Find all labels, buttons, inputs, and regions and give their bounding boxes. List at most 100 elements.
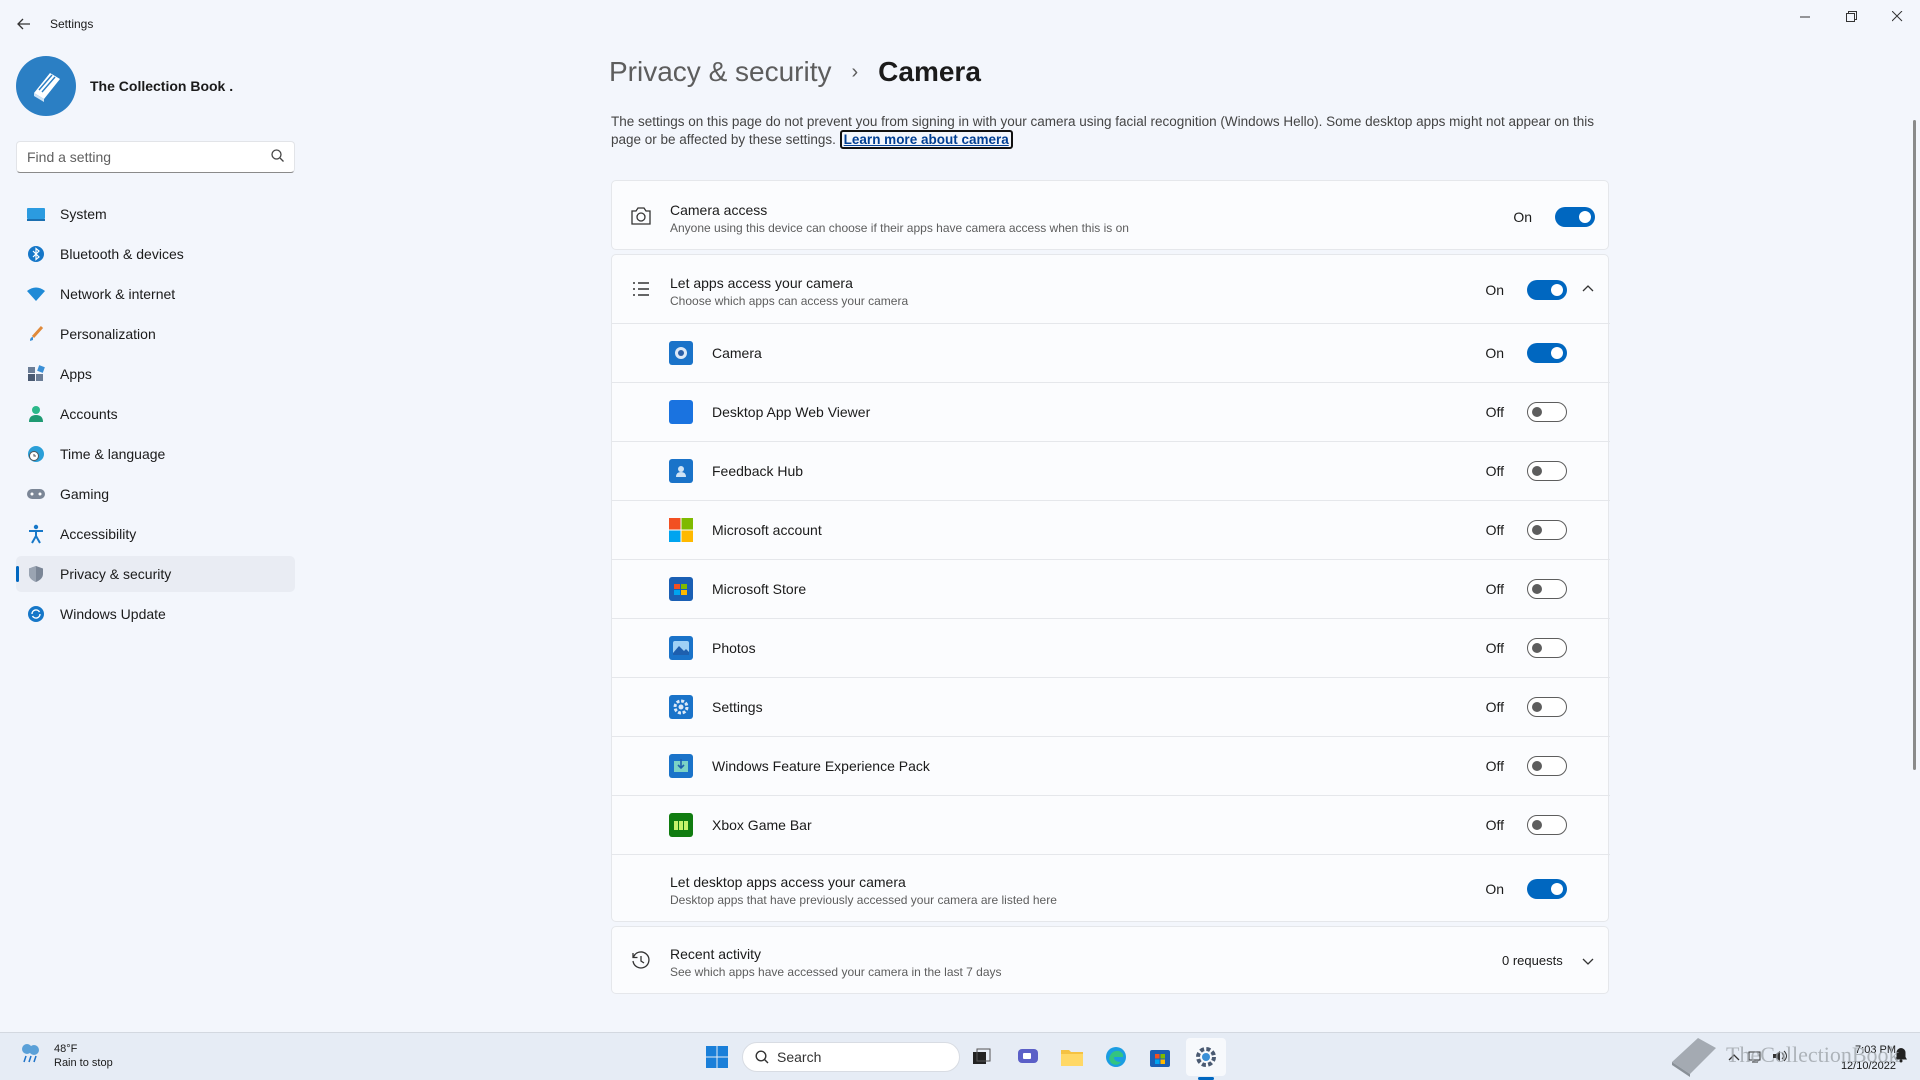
edge-icon[interactable] [1101, 1042, 1131, 1072]
recent-activity-title: Recent activity [670, 946, 762, 962]
file-explorer-icon[interactable] [1057, 1042, 1087, 1072]
search-icon[interactable] [271, 149, 284, 165]
avatar [16, 56, 76, 116]
taskbar-search[interactable]: Search [742, 1042, 960, 1072]
settings-gear-icon[interactable] [1191, 1042, 1221, 1072]
task-view-icon[interactable] [967, 1042, 997, 1072]
accessibility-icon [26, 524, 46, 544]
app-state: Off [1485, 463, 1504, 479]
monitor-icon [26, 204, 46, 224]
back-arrow-icon[interactable] [12, 12, 36, 36]
web-viewer-icon [669, 400, 693, 424]
feature-pack-icon [669, 754, 693, 778]
store-icon[interactable] [1145, 1042, 1175, 1072]
app-name: Xbox Game Bar [712, 817, 812, 833]
apps-access-header[interactable]: Let apps access your camera Choose which… [612, 255, 1610, 323]
sidebar-item-label: Bluetooth & devices [60, 246, 184, 262]
shield-icon [26, 564, 46, 584]
globe-clock-icon [26, 444, 46, 464]
camera-access-state: On [1513, 209, 1532, 225]
photos-toggle[interactable] [1527, 638, 1567, 658]
close-button[interactable] [1874, 0, 1920, 32]
app-row-web-viewer: Desktop App Web Viewer Off [612, 382, 1610, 441]
camera-access-toggle[interactable] [1555, 207, 1595, 227]
microsoft-store-toggle[interactable] [1527, 579, 1567, 599]
app-name: Windows Feature Experience Pack [712, 758, 930, 774]
app-name: Microsoft account [712, 522, 822, 538]
feedback-hub-toggle[interactable] [1527, 461, 1567, 481]
sidebar-item-label: Accounts [60, 406, 118, 422]
sidebar-item-windows-update[interactable]: Windows Update [16, 596, 295, 632]
sidebar-item-system[interactable]: System [16, 196, 295, 232]
sidebar-item-label: Apps [60, 366, 92, 382]
user-profile[interactable]: The Collection Book . [16, 56, 233, 116]
app-state: Off [1485, 404, 1504, 420]
minimize-button[interactable] [1782, 0, 1828, 32]
sidebar-item-accessibility[interactable]: Accessibility [16, 516, 295, 552]
feedback-hub-icon [669, 459, 693, 483]
apps-access-state: On [1485, 282, 1504, 298]
sidebar-item-accounts[interactable]: Accounts [16, 396, 295, 432]
list-icon [629, 277, 653, 301]
scrollbar[interactable] [1913, 120, 1916, 770]
web-viewer-toggle[interactable] [1527, 402, 1567, 422]
sidebar-item-time-language[interactable]: Time & language [16, 436, 295, 472]
app-row-camera: Camera On [612, 323, 1610, 382]
sidebar-item-gaming[interactable]: Gaming [16, 476, 295, 512]
app-state: Off [1485, 758, 1504, 774]
breadcrumb-separator: › [851, 60, 859, 83]
desktop-apps-toggle[interactable] [1527, 879, 1567, 899]
weather-desc: Rain to stop [54, 1056, 113, 1069]
feature-pack-toggle[interactable] [1527, 756, 1567, 776]
app-state: Off [1485, 699, 1504, 715]
camera-app-toggle[interactable] [1527, 343, 1567, 363]
chevron-up-icon[interactable] [1582, 279, 1594, 295]
apps-access-toggle[interactable] [1527, 280, 1567, 300]
sidebar-item-label: System [60, 206, 107, 222]
restore-button[interactable] [1828, 0, 1874, 32]
app-row-microsoft-account: Microsoft account Off [612, 500, 1610, 559]
find-setting-box[interactable] [16, 141, 295, 173]
search-icon [755, 1050, 769, 1064]
sidebar-item-network[interactable]: Network & internet [16, 276, 295, 312]
sidebar-item-label: Time & language [60, 446, 166, 462]
recent-activity-card[interactable]: Recent activity See which apps have acce… [611, 926, 1609, 994]
app-name: Photos [712, 640, 756, 656]
sidebar-item-bluetooth[interactable]: Bluetooth & devices [16, 236, 295, 272]
desktop-apps-row: Let desktop apps access your camera Desk… [612, 854, 1610, 922]
learn-more-link[interactable]: Learn more about camera [839, 130, 1013, 149]
app-row-photos: Photos Off [612, 618, 1610, 677]
sidebar-item-label: Gaming [60, 486, 110, 502]
camera-access-card: Camera access Anyone using this device c… [611, 180, 1609, 250]
chat-icon[interactable] [1013, 1042, 1043, 1072]
sidebar-item-label: Privacy & security [60, 566, 172, 582]
app-state: Off [1485, 640, 1504, 656]
sidebar-item-label: Personalization [60, 326, 156, 342]
wifi-icon [26, 284, 46, 304]
camera-access-subtitle: Anyone using this device can choose if t… [670, 221, 1129, 235]
brush-icon [26, 324, 46, 344]
weather-widget[interactable]: 48°F Rain to stop [18, 1041, 113, 1070]
apps-access-title: Let apps access your camera [670, 275, 853, 291]
app-name: Settings [712, 699, 763, 715]
page-description: The settings on this page do not prevent… [611, 113, 1611, 149]
breadcrumb-parent[interactable]: Privacy & security [609, 56, 832, 88]
apps-access-card: Let apps access your camera Choose which… [611, 254, 1610, 922]
app-state: Off [1485, 817, 1504, 833]
search-input[interactable] [27, 149, 271, 165]
chevron-down-icon[interactable] [1582, 953, 1594, 969]
taskbar: 48°F Rain to stop Search 7:03 PM 12/10/2… [0, 1032, 1920, 1080]
rain-cloud-icon [18, 1041, 44, 1070]
sidebar-item-apps[interactable]: Apps [16, 356, 295, 392]
sidebar-item-label: Accessibility [60, 526, 137, 542]
description-text: The settings on this page do not prevent… [611, 114, 1595, 147]
start-button[interactable] [702, 1042, 732, 1072]
microsoft-account-toggle[interactable] [1527, 520, 1567, 540]
sidebar-item-personalization[interactable]: Personalization [16, 316, 295, 352]
app-row-settings: Settings Off [612, 677, 1610, 736]
app-name: Microsoft Store [712, 581, 807, 597]
sidebar-item-privacy[interactable]: Privacy & security [16, 556, 295, 592]
app-title: Settings [50, 17, 94, 31]
xbox-game-bar-toggle[interactable] [1527, 815, 1567, 835]
settings-toggle[interactable] [1527, 697, 1567, 717]
